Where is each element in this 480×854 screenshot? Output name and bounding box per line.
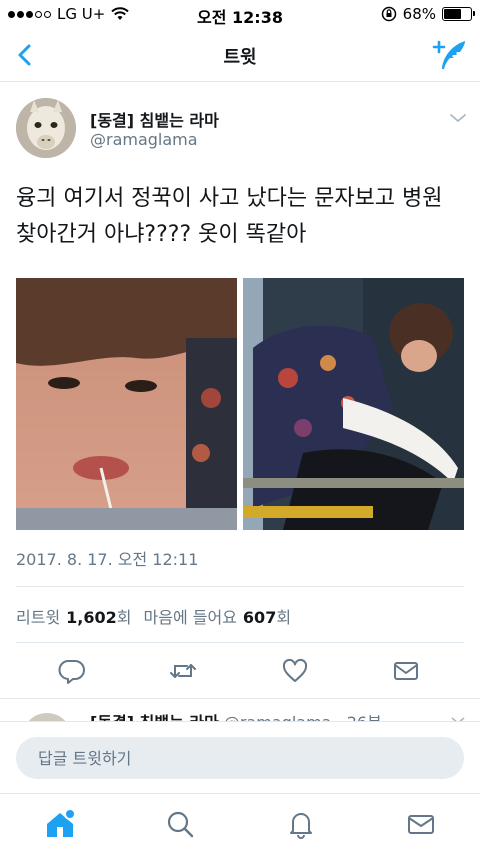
likes-unit: 회 xyxy=(276,608,292,627)
reply-input[interactable] xyxy=(16,737,464,779)
navigation-bar: 트윗 xyxy=(0,30,480,82)
author-display-name[interactable]: [동결] 침뱉는 라마 xyxy=(90,107,219,131)
status-right: 68% xyxy=(381,5,475,23)
reply-preview[interactable]: [동결] 침뱉는 라마 @ramaglama · 26분 xyxy=(0,699,480,721)
tweet-photo-2[interactable] xyxy=(243,278,464,530)
tweet-timestamp: 2017. 8. 17. 오전 12:11 xyxy=(16,550,199,569)
rotation-lock-icon xyxy=(381,6,396,22)
reply-handle-time: @ramaglama · 26분 xyxy=(224,713,382,721)
tweet-photo-1[interactable] xyxy=(16,278,237,530)
messages-icon[interactable] xyxy=(404,807,438,841)
author-handle[interactable]: @ramaglama xyxy=(90,130,198,149)
author-avatar[interactable] xyxy=(16,98,76,158)
reply-avatar xyxy=(22,713,72,721)
divider xyxy=(16,642,464,643)
reply-header: [동결] 침뱉는 라마 @ramaglama · 26분 xyxy=(90,709,382,721)
likes-label[interactable]: 마음에 들어요 xyxy=(144,604,237,628)
retweets-unit: 회 xyxy=(116,608,132,627)
direct-message-icon[interactable] xyxy=(391,656,421,686)
tweet-stats: 리트윗 1,602 회 마음에 들어요 607 회 xyxy=(16,604,291,628)
page-title: 트윗 xyxy=(223,47,257,68)
compose-tweet-icon[interactable] xyxy=(430,38,468,72)
likes-count[interactable]: 607 xyxy=(243,608,276,627)
battery-percent: 68% xyxy=(402,5,436,23)
tweet-media xyxy=(16,278,464,530)
home-icon[interactable] xyxy=(43,807,77,841)
reply-icon[interactable] xyxy=(57,656,87,686)
like-icon[interactable] xyxy=(280,656,310,686)
reply-display-name: [동결] 침뱉는 라마 xyxy=(90,713,219,721)
tab-bar xyxy=(0,793,480,854)
tweet-text: 융긔 여기서 정꾹이 사고 났다는 문자보고 병원 찾아간거 아냐???? 옷이… xyxy=(16,186,443,247)
llama-avatar-image xyxy=(16,98,76,158)
chevron-down-icon[interactable] xyxy=(448,108,468,128)
retweets-count[interactable]: 1,602 xyxy=(66,608,117,627)
divider xyxy=(16,586,464,587)
retweet-icon[interactable] xyxy=(168,656,198,686)
notifications-icon[interactable] xyxy=(284,807,318,841)
status-bar: LG U+ 오전 12:38 68% xyxy=(0,0,480,30)
tweet-actions xyxy=(0,652,480,690)
battery-icon xyxy=(442,7,475,21)
reply-bar xyxy=(0,721,480,793)
photo-closeup-image xyxy=(16,278,237,530)
search-icon[interactable] xyxy=(163,807,197,841)
retweets-label[interactable]: 리트윗 xyxy=(16,604,60,628)
photo-seated-image xyxy=(243,278,464,530)
